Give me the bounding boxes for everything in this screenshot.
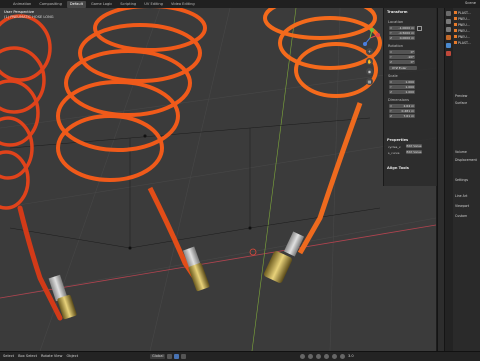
x-axis-line <box>0 224 436 299</box>
rendered-shading-icon[interactable] <box>340 354 345 359</box>
status-item: Select <box>3 354 15 358</box>
location-x-field[interactable]: X -1.0000 m <box>389 26 415 30</box>
transform-orientation-select[interactable]: Global <box>150 354 166 359</box>
brass-coupler-right <box>264 251 292 283</box>
shading-controls: 3.0 <box>300 354 354 359</box>
dimensions-y-field[interactable]: Y 0.481 m <box>389 109 415 113</box>
rotation-x-field[interactable]: X 0° <box>389 50 415 54</box>
workspace-tabs: Animation Compositing Default Game Logic… <box>10 1 198 8</box>
grid-icon[interactable]: ▦ <box>366 78 373 85</box>
brass-fitting-center <box>188 262 210 292</box>
active-collection-label: (1) PNEUMATIC HOSE LONG <box>4 14 54 19</box>
tab-animation[interactable]: Animation <box>10 1 34 8</box>
material-shading-icon[interactable] <box>332 354 337 359</box>
tab-default[interactable]: Default <box>66 1 86 8</box>
scale-x-field[interactable]: X 1.000 <box>389 80 415 84</box>
dimensions-x-field[interactable]: X 2.64 m <box>389 104 415 108</box>
status-item: Rotate View <box>41 354 63 358</box>
status-item: Box Select <box>18 354 38 358</box>
coiled-hose-left <box>0 14 63 321</box>
output-icon[interactable] <box>446 27 451 32</box>
edit-value-button[interactable]: Edit Value <box>406 150 422 154</box>
coiled-hose-center <box>56 8 207 280</box>
scale-label: Scale <box>388 74 398 78</box>
properties-editor: PLAST... PNEU... PNEU... PNEU... PNEU...… <box>444 8 480 351</box>
tab-uv-editing[interactable]: UV Editing <box>141 1 166 8</box>
section-surface[interactable]: Surface <box>455 101 467 105</box>
location-z-field[interactable]: Z 0.0000 m <box>389 36 415 40</box>
dimensions-label: Dimensions <box>388 98 409 102</box>
section-displacement[interactable]: Displacement <box>455 158 477 162</box>
status-item: Object <box>66 354 79 358</box>
rotation-label: Rotation <box>388 44 404 48</box>
section-viewport[interactable]: Viewport <box>455 204 469 208</box>
section-preview[interactable]: Preview <box>455 94 467 98</box>
modifier-icon[interactable] <box>446 43 451 48</box>
pan-hand-icon[interactable]: ✋ <box>366 58 373 65</box>
scale-y-field[interactable]: Y 1.000 <box>389 85 415 89</box>
sidebar-tabs[interactable] <box>437 8 444 351</box>
section-custom[interactable]: Custom <box>455 214 467 218</box>
viewport-header-tools: Global <box>150 354 187 359</box>
zoom-icon[interactable]: + <box>366 48 373 55</box>
tab-video-editing[interactable]: Video Editing <box>168 1 198 8</box>
snap-icon[interactable] <box>174 354 180 359</box>
camera-icon[interactable]: ◉ <box>366 68 373 75</box>
outliner: PLAST... PNEU... PNEU... PNEU... PNEU...… <box>454 10 480 46</box>
rotation-mode-select[interactable]: XYZ Euler <box>389 66 417 70</box>
properties-tabs <box>445 8 453 351</box>
scale-z-field[interactable]: Z 1.000 <box>389 90 415 94</box>
gizmo-y-handle <box>370 28 374 32</box>
material-icon[interactable] <box>446 51 451 56</box>
proportional-edit-icon[interactable] <box>181 354 187 359</box>
rotation-z-field[interactable]: Z 0° <box>389 60 415 64</box>
section-settings[interactable]: Settings <box>455 178 468 182</box>
3d-viewport[interactable]: User Perspective (1) PNEUMATIC HOSE LONG… <box>0 8 436 351</box>
navigation-gizmo[interactable] <box>360 28 380 48</box>
gizmo-x-handle <box>376 33 380 37</box>
gizmo-z-handle <box>363 42 367 46</box>
overlay-icon[interactable] <box>300 354 305 359</box>
property-name: cycles_v <box>388 145 401 149</box>
location-y-field[interactable]: Y -0.5000 m <box>389 31 415 35</box>
pivot-icon[interactable] <box>167 354 173 359</box>
viewport-info: User Perspective (1) PNEUMATIC HOSE LONG <box>4 10 54 19</box>
tool-icon[interactable] <box>446 11 451 16</box>
dimensions-z-field[interactable]: Z 7.61 m <box>389 114 415 118</box>
version-label: 3.0 <box>348 354 354 358</box>
transform-header[interactable]: Transform <box>387 10 408 14</box>
section-line-art[interactable]: Line Art <box>455 194 467 198</box>
property-name: s_curve <box>388 151 400 155</box>
tab-compositing[interactable]: Compositing <box>36 1 65 8</box>
tab-scripting[interactable]: Scripting <box>117 1 139 8</box>
render-icon[interactable] <box>446 19 451 24</box>
edit-value-button[interactable]: Edit Value <box>406 144 422 148</box>
location-label: Location <box>388 20 404 24</box>
section-volume[interactable]: Volume <box>455 150 467 154</box>
tab-game-logic[interactable]: Game Logic <box>88 1 115 8</box>
lock-icon[interactable] <box>417 26 422 31</box>
cage-wireframe <box>9 117 381 250</box>
wireframe-shading-icon[interactable] <box>316 354 321 359</box>
properties-header[interactable]: Properties <box>387 138 408 142</box>
solid-shading-icon[interactable] <box>324 354 329 359</box>
view-tools: + ✋ ◉ ▦ <box>366 48 373 88</box>
rotation-y-field[interactable]: Y -90° <box>389 55 415 59</box>
status-hints: Select Box Select Rotate View Object <box>3 354 78 358</box>
xray-icon[interactable] <box>308 354 313 359</box>
object-icon[interactable] <box>446 35 451 40</box>
transform-sidebar: Transform Location X -1.0000 m Y -0.5000 m… <box>383 8 437 186</box>
scene-selector[interactable]: Scene <box>465 1 476 6</box>
outliner-item[interactable]: PLAST... <box>454 40 480 46</box>
align-tools-header[interactable]: Align Tools <box>387 166 409 170</box>
